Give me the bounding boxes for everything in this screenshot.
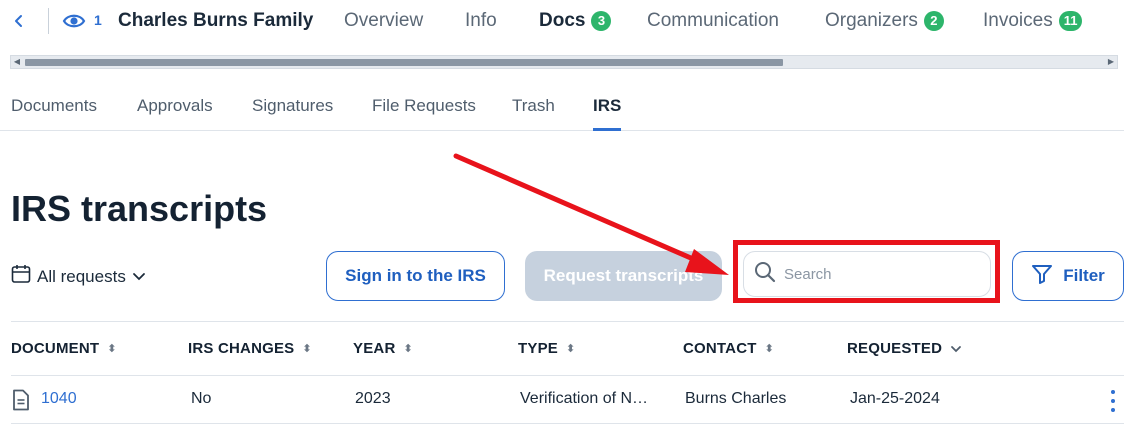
scrollbar-thumb[interactable] (25, 59, 783, 66)
funnel-icon (1031, 264, 1053, 289)
column-header-requested[interactable]: REQUESTED (847, 340, 962, 357)
sort-icon: ⬍ (565, 342, 576, 355)
calendar-icon (11, 264, 31, 289)
scroll-left-icon[interactable]: ◀ (11, 56, 23, 68)
sort-icon: ⬍ (107, 342, 117, 355)
irs-changes-value: No (191, 390, 212, 407)
subtab-documents[interactable]: Documents (11, 96, 97, 131)
chevron-left-icon[interactable] (12, 12, 32, 32)
column-header-document[interactable]: DOCUMENT ⬍ (11, 340, 117, 357)
scroll-right-icon[interactable]: ▶ (1105, 56, 1117, 68)
requests-filter-label: All requests (37, 266, 126, 286)
eye-icon[interactable] (62, 10, 86, 32)
sort-icon: ⬍ (403, 342, 413, 355)
sort-desc-icon (950, 340, 962, 357)
invoices-count-badge: 11 (1058, 11, 1083, 31)
subtab-trash[interactable]: Trash (512, 96, 555, 131)
type-value: Verification of N… (520, 390, 649, 407)
subtab-irs[interactable]: IRS (593, 96, 622, 131)
table-divider (11, 321, 1124, 322)
client-header: 1 Charles Burns Family Overview Info Doc… (0, 0, 1134, 44)
column-header-type[interactable]: TYPE ⬍ (518, 340, 575, 357)
page-title: IRS transcripts (11, 188, 268, 229)
column-header-year[interactable]: YEAR ⬍ (353, 340, 413, 357)
docs-subtabs: Documents Approvals Signatures File Requ… (0, 92, 1124, 131)
horizontal-scrollbar[interactable]: ◀ ▶ (10, 55, 1118, 69)
annotation-highlight-box (733, 240, 1000, 303)
client-name: Charles Burns Family (118, 10, 314, 31)
organizers-count-badge: 2 (923, 11, 944, 31)
column-header-contact[interactable]: CONTACT ⬍ (683, 340, 774, 357)
tab-organizers[interactable]: Organizers 2 (825, 10, 944, 32)
document-icon (11, 389, 31, 411)
chevron-down-icon (132, 267, 146, 287)
requested-value: Jan-25-2024 (850, 390, 940, 407)
tab-info[interactable]: Info (465, 10, 497, 32)
viewer-count: 1 (94, 12, 102, 28)
column-header-irs-changes[interactable]: IRS CHANGES ⬍ (188, 340, 312, 357)
subtab-approvals[interactable]: Approvals (137, 96, 213, 131)
year-value: 2023 (355, 390, 391, 407)
tab-docs[interactable]: Docs 3 (539, 10, 612, 32)
tab-communication[interactable]: Communication (647, 10, 779, 32)
row-actions-menu-icon[interactable] (1104, 388, 1122, 414)
sign-in-irs-button[interactable]: Sign in to the IRS (326, 251, 505, 301)
tab-invoices[interactable]: Invoices 11 (983, 10, 1083, 32)
document-link[interactable]: 1040 (41, 390, 77, 408)
filter-button[interactable]: Filter (1012, 251, 1124, 301)
table-divider (11, 423, 1124, 424)
tab-overview[interactable]: Overview (344, 10, 423, 32)
request-transcripts-button[interactable]: Request transcripts (525, 251, 722, 301)
sort-icon: ⬍ (302, 342, 312, 355)
divider (48, 8, 49, 34)
subtab-signatures[interactable]: Signatures (252, 96, 333, 131)
docs-count-badge: 3 (591, 11, 612, 31)
table-divider (11, 375, 1124, 376)
subtab-file-requests[interactable]: File Requests (372, 96, 476, 131)
requests-filter-dropdown[interactable]: All requests (11, 264, 146, 289)
contact-value: Burns Charles (685, 390, 787, 407)
sort-icon: ⬍ (764, 342, 775, 355)
